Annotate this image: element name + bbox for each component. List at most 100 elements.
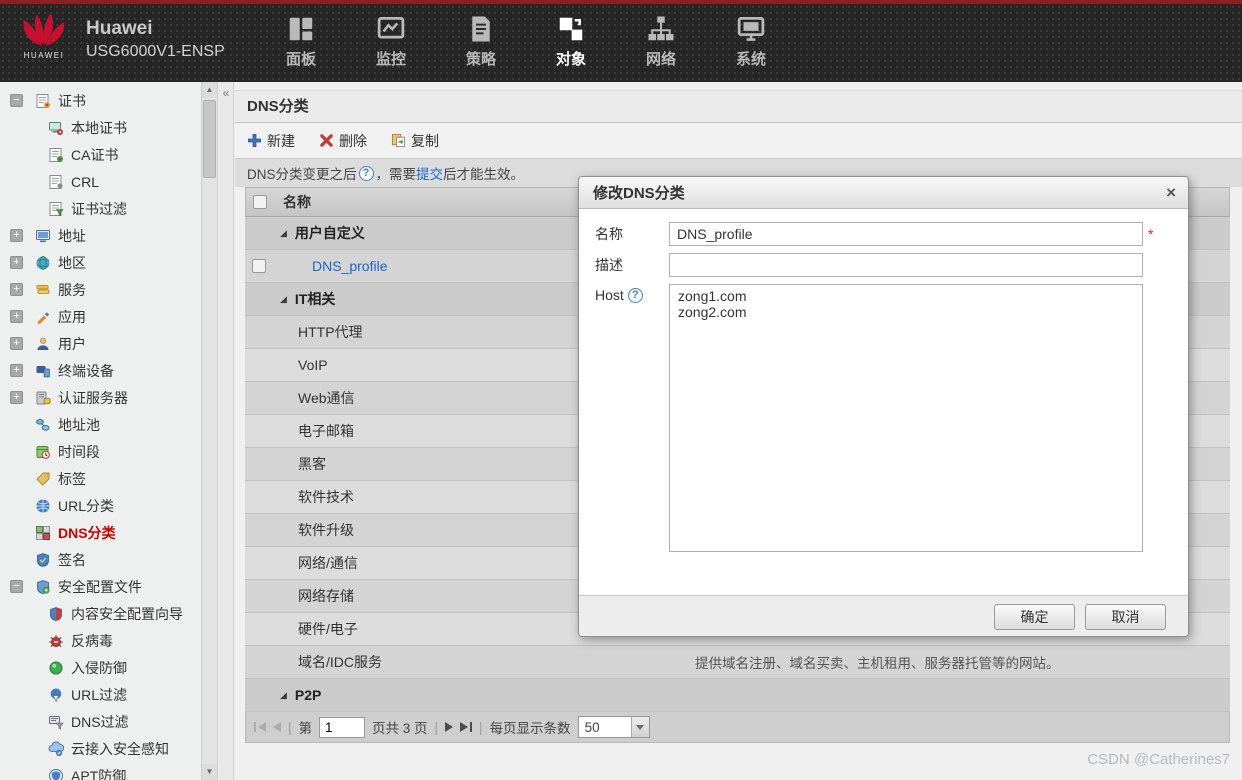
antivirus-icon — [48, 633, 64, 649]
row-name: 网络/通信 — [298, 553, 358, 573]
expand-toggle-icon[interactable]: + — [10, 364, 23, 377]
scroll-down-icon[interactable]: ▼ — [202, 764, 217, 780]
scroll-up-icon[interactable]: ▲ — [202, 82, 217, 98]
collapse-toggle-icon[interactable]: − — [10, 94, 23, 107]
url-filter-icon — [48, 687, 64, 703]
sidebar-item-certificate[interactable]: −证书 — [0, 87, 201, 114]
top-navbar: HUAWEI Huawei USG6000V1-ENSP 面板监控策略对象网络系… — [0, 4, 1242, 82]
region-icon — [35, 255, 51, 271]
sidebar-item-label: URL分类 — [58, 496, 114, 516]
description-field[interactable] — [669, 253, 1143, 277]
group-expand-icon[interactable]: ◢ — [280, 690, 287, 701]
name-field[interactable] — [669, 222, 1143, 246]
help-icon[interactable]: ? — [359, 166, 374, 181]
next-page-button[interactable] — [445, 722, 453, 732]
nav-item-system[interactable]: 系统 — [718, 11, 784, 69]
group-expand-icon[interactable]: ◢ — [280, 294, 287, 305]
sidebar-item-dns-filter[interactable]: DNS过滤 — [0, 708, 201, 735]
expand-toggle-icon[interactable]: + — [10, 391, 23, 404]
page-count-text: 页共 3 页 — [372, 717, 428, 737]
nav-item-policy[interactable]: 策略 — [448, 11, 514, 69]
sidebar-item-label: URL过滤 — [71, 685, 127, 705]
nav-label: 策略 — [466, 48, 496, 69]
sidebar-item-address-pool[interactable]: 地址池 — [0, 411, 201, 438]
url-category-icon — [35, 498, 51, 514]
security-profile-icon — [35, 579, 51, 595]
sidebar-item-intrusion-prevention[interactable]: 入侵防御 — [0, 654, 201, 681]
sidebar-item-address[interactable]: +地址 — [0, 222, 201, 249]
sidebar-item-content-security-wizard[interactable]: 内容安全配置向导 — [0, 600, 201, 627]
sidebar-item-terminal-device[interactable]: +终端设备 — [0, 357, 201, 384]
host-help-icon[interactable]: ? — [628, 288, 643, 303]
expand-toggle-icon[interactable]: + — [10, 256, 23, 269]
sidebar-item-cloud-access[interactable]: 云接入安全感知 — [0, 735, 201, 762]
huawei-logo: HUAWEI — [16, 10, 72, 60]
ok-button[interactable]: 确定 — [994, 604, 1075, 630]
dialog-titlebar: 修改DNS分类 × — [579, 177, 1188, 209]
page-number-input[interactable] — [319, 717, 365, 738]
user-icon — [35, 336, 51, 352]
sidebar-item-user[interactable]: +用户 — [0, 330, 201, 357]
sidebar-item-certificate-filter[interactable]: 证书过滤 — [0, 195, 201, 222]
group-expand-icon[interactable]: ◢ — [280, 228, 287, 239]
nav-label: 监控 — [376, 48, 406, 69]
row-checkbox[interactable] — [252, 259, 266, 273]
submit-link[interactable]: 提交 — [416, 163, 443, 183]
expand-toggle-icon[interactable]: + — [10, 337, 23, 350]
prev-page-button[interactable] — [273, 722, 281, 732]
watermark: CSDN @Catherines7 — [1087, 751, 1230, 768]
scrollbar-thumb[interactable] — [203, 100, 216, 178]
per-page-select[interactable]: 50 — [578, 716, 650, 738]
sidebar-item-url-category[interactable]: URL分类 — [0, 492, 201, 519]
sidebar-item-tag[interactable]: 标签 — [0, 465, 201, 492]
sidebar-item-antivirus[interactable]: 反病毒 — [0, 627, 201, 654]
sidebar-item-application[interactable]: +应用 — [0, 303, 201, 330]
sidebar-item-crl[interactable]: CRL — [0, 168, 201, 195]
first-page-button[interactable] — [254, 722, 266, 732]
sidebar-item-url-filter[interactable]: URL过滤 — [0, 681, 201, 708]
sidebar-item-label: 标签 — [58, 469, 86, 489]
sidebar-item-service[interactable]: +服务 — [0, 276, 201, 303]
nav-item-monitoring[interactable]: 监控 — [358, 11, 424, 69]
delete-button[interactable]: 删除 — [319, 131, 367, 151]
sidebar-item-local-certificate[interactable]: 本地证书 — [0, 114, 201, 141]
cloud-access-icon — [48, 741, 64, 757]
expand-toggle-icon[interactable]: + — [10, 283, 23, 296]
sidebar-item-label: 云接入安全感知 — [71, 739, 169, 759]
logo-word: HUAWEI — [16, 51, 72, 60]
collapse-toggle-icon[interactable]: − — [10, 580, 23, 593]
sidebar-item-security-profile[interactable]: −安全配置文件 — [0, 573, 201, 600]
sidebar-item-label: 地区 — [58, 253, 86, 273]
ca-certificate-icon — [48, 147, 64, 163]
sidebar-item-region[interactable]: + 地区 — [0, 249, 201, 276]
sidebar-item-dns-category[interactable]: DNS分类 — [0, 519, 201, 546]
expand-toggle-icon[interactable]: + — [10, 310, 23, 323]
expand-toggle-icon[interactable]: + — [10, 229, 23, 242]
nav-label: 面板 — [286, 48, 316, 69]
dns-category-icon — [35, 525, 51, 541]
host-field[interactable]: zong1.com zong2.com — [669, 284, 1143, 552]
table-row[interactable]: ◢P2P — [245, 679, 1230, 712]
row-name-link[interactable]: DNS_profile — [312, 258, 387, 274]
close-icon[interactable]: × — [1166, 184, 1176, 201]
system-icon — [736, 14, 766, 44]
collapse-sidebar-icon[interactable]: « — [219, 86, 233, 100]
panel-splitter[interactable]: « — [219, 82, 234, 780]
sidebar-item-time-range[interactable]: 时间段 — [0, 438, 201, 465]
sidebar-item-signature[interactable]: 签名 — [0, 546, 201, 573]
cancel-button[interactable]: 取消 — [1085, 604, 1166, 630]
sidebar-scrollbar[interactable]: ▲ ▼ — [201, 82, 217, 780]
sidebar-tree: −证书本地证书CA证书CRL证书过滤+地址+地区+服务+应用+用户+终端设备+认… — [0, 87, 201, 780]
nav-item-dashboard[interactable]: 面板 — [268, 11, 334, 69]
sidebar-item-apt-defense[interactable]: APT防御 — [0, 762, 201, 780]
sidebar-item-auth-server[interactable]: +认证服务器 — [0, 384, 201, 411]
sidebar-item-ca-certificate[interactable]: CA证书 — [0, 141, 201, 168]
copy-button[interactable]: 复制 — [391, 131, 439, 151]
last-page-button[interactable] — [460, 722, 472, 732]
table-row[interactable]: 域名/IDC服务提供域名注册、域名买卖、主机租用、服务器托管等的网站。 — [245, 646, 1230, 679]
nav-item-object[interactable]: 对象 — [538, 11, 604, 69]
chevron-down-icon[interactable] — [631, 717, 649, 737]
select-all-checkbox[interactable] — [253, 195, 267, 209]
nav-item-network[interactable]: 网络 — [628, 11, 694, 69]
new-button[interactable]: 新建 — [247, 131, 295, 151]
